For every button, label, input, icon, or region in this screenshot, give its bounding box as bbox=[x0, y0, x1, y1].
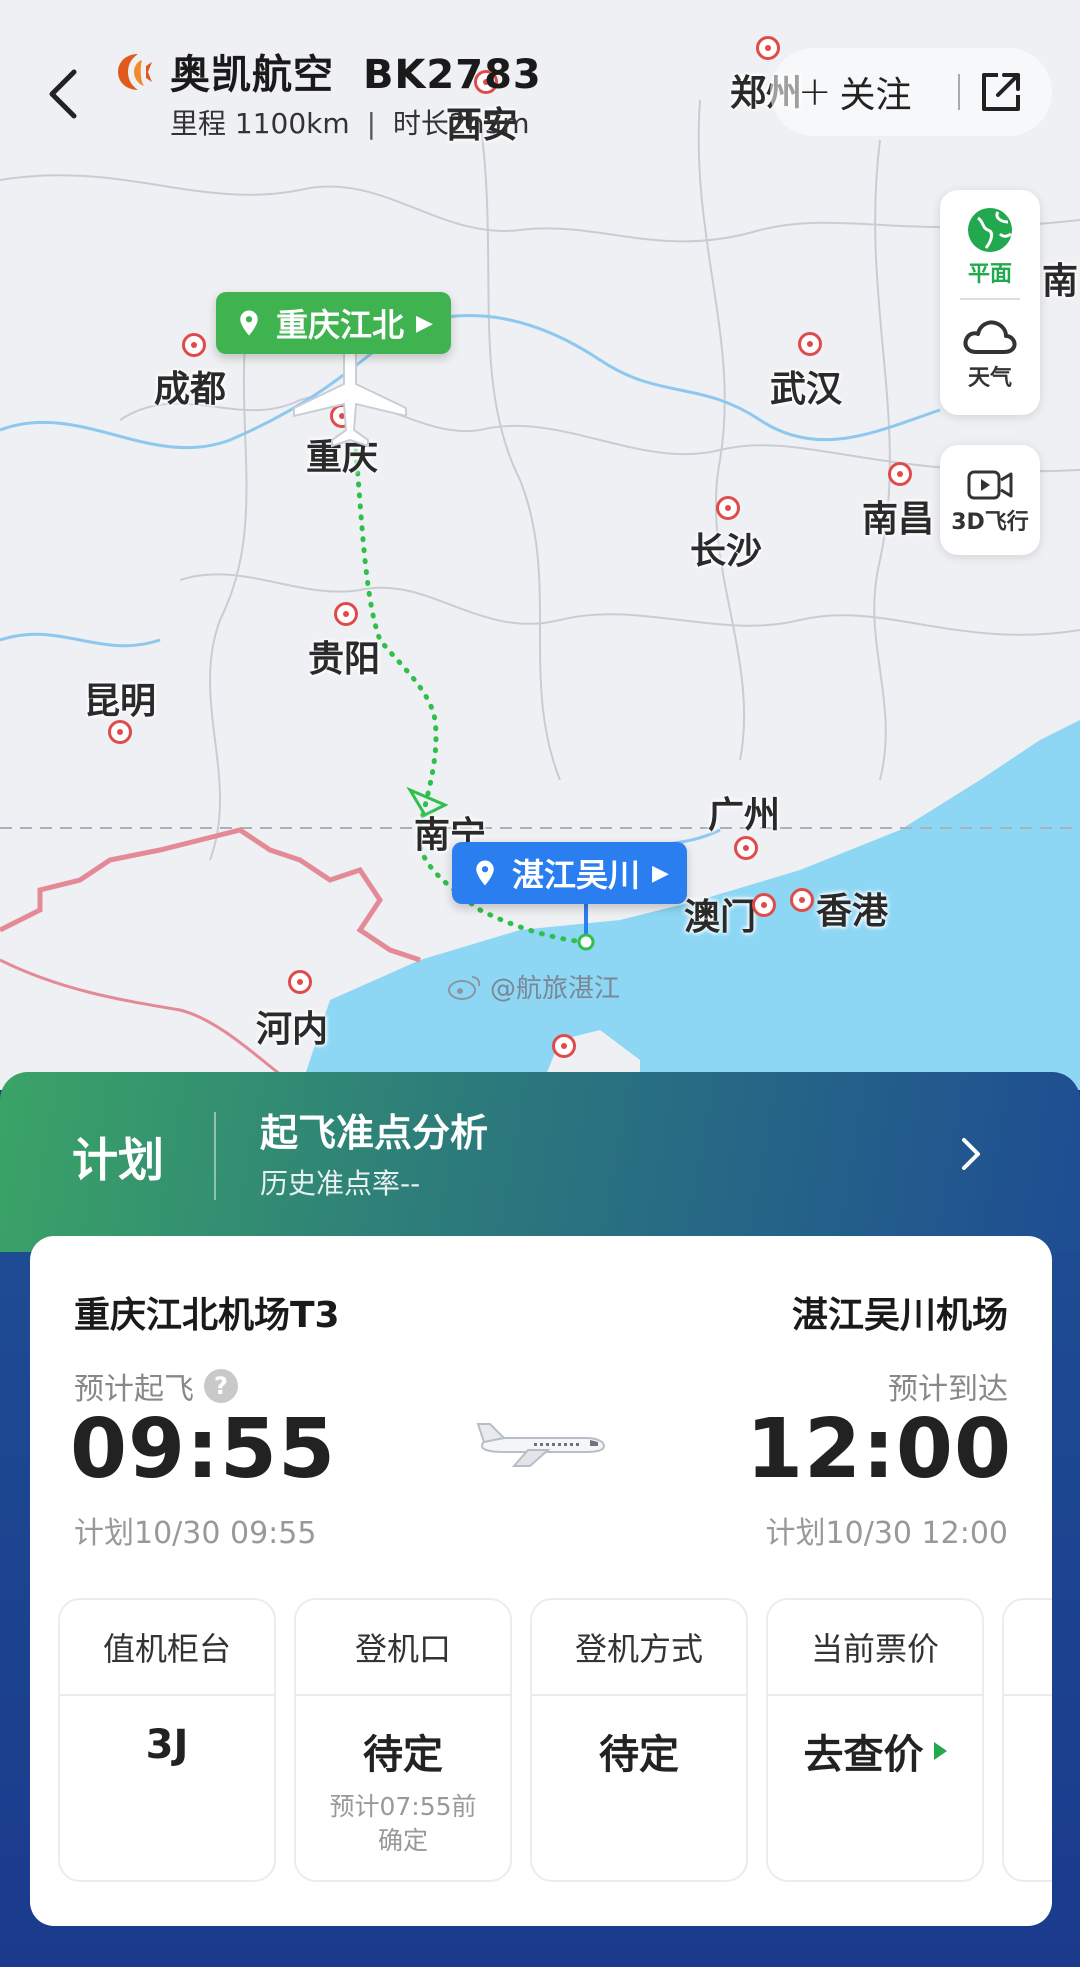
cloud-icon bbox=[963, 320, 1017, 354]
arrival-airport: 湛江吴川机场 bbox=[791, 1295, 1008, 1336]
city-label: 南昌 bbox=[862, 499, 935, 540]
city-label: 南 bbox=[1042, 261, 1079, 302]
city-label: 河内 bbox=[256, 1009, 329, 1050]
city-dot bbox=[752, 893, 776, 917]
help-icon[interactable]: ? bbox=[204, 1369, 238, 1403]
tile-header: 登机口 bbox=[296, 1600, 510, 1696]
plus-icon: + bbox=[798, 69, 832, 115]
boarding-method-tile[interactable]: 登机方式 待定 bbox=[530, 1598, 748, 1882]
info-tiles[interactable]: 值机柜台 3J 登机口 待定 预计07:55前 确定 登机方式 待定 当前票价 … bbox=[58, 1598, 1052, 1884]
back-button[interactable] bbox=[40, 64, 90, 124]
3d-flight-button[interactable]: 3D飞行 bbox=[940, 445, 1040, 555]
city-label: 昆明 bbox=[84, 681, 157, 722]
city-dot bbox=[790, 888, 814, 912]
layer-plane-button[interactable]: 平面 bbox=[964, 204, 1016, 288]
location-pin-icon bbox=[240, 310, 258, 336]
departure-airport: 重庆江北机场T3 bbox=[74, 1295, 340, 1336]
city-dot bbox=[288, 970, 312, 994]
city-dot bbox=[552, 1034, 576, 1058]
city-label: 香港 bbox=[816, 891, 889, 932]
watermark-text: @航旅湛江 bbox=[490, 974, 621, 1004]
flight-map[interactable]: 郑州 西安 成都 重庆 武汉 南昌 长沙 贵阳 昆明 南宁 广州 澳门 香港 河… bbox=[0, 0, 1080, 1090]
tile-value: 去查价 bbox=[803, 1732, 924, 1778]
airline-name: 奥凯航空 bbox=[170, 52, 334, 98]
tile-note: 预计07:55前 确定 bbox=[296, 1790, 510, 1858]
origin-airport-tag[interactable]: 重庆江北 ▶ bbox=[216, 292, 451, 354]
follow-label: 关注 bbox=[839, 75, 912, 116]
header-actions: + 关注 bbox=[770, 48, 1052, 136]
tile-header bbox=[1004, 1600, 1052, 1696]
triangle-right-icon bbox=[933, 1742, 947, 1760]
city-label: 成都 bbox=[154, 369, 227, 410]
city-dot bbox=[756, 36, 780, 60]
duration-label: 时长2h5m bbox=[392, 107, 530, 140]
punctuality-bar[interactable]: 计划 起飞准点分析 历史准点率-- bbox=[0, 1072, 1080, 1252]
tile-note-line: 确定 bbox=[377, 1826, 428, 1855]
airplane-icon bbox=[293, 342, 407, 448]
distance-label: 里程 1100km bbox=[170, 107, 350, 140]
video-play-icon bbox=[967, 470, 1013, 500]
layer-plane-label: 平面 bbox=[967, 262, 1012, 287]
city-label: 广州 bbox=[708, 795, 781, 836]
city-dot bbox=[798, 332, 822, 356]
3d-flight-label: 3D飞行 bbox=[951, 510, 1029, 535]
next-tile-partial[interactable] bbox=[1002, 1598, 1052, 1882]
layer-weather-button[interactable]: 天气 bbox=[960, 314, 1020, 392]
city-dot bbox=[182, 333, 206, 357]
arrival-time: 12:00 bbox=[745, 1402, 1012, 1497]
arrival-scheduled: 计划10/30 12:00 bbox=[765, 1516, 1008, 1551]
tile-value: 待定 bbox=[363, 1732, 443, 1778]
city-label: 贵阳 bbox=[308, 639, 381, 680]
city-dot bbox=[716, 496, 740, 520]
flight-meta: 里程 1100km | 时长2h5m bbox=[170, 107, 530, 140]
city-dot bbox=[108, 720, 132, 744]
departure-scheduled: 计划10/30 09:55 bbox=[74, 1516, 317, 1551]
chevron-right-icon: ▶ bbox=[416, 310, 433, 336]
city-label: 澳门 bbox=[684, 897, 757, 938]
city-label: 武汉 bbox=[770, 369, 843, 410]
city-label: 长沙 bbox=[690, 531, 763, 572]
chevron-right-icon bbox=[962, 1138, 980, 1170]
tile-header: 当前票价 bbox=[768, 1600, 982, 1696]
divider bbox=[958, 74, 960, 110]
location-pin-icon bbox=[476, 860, 494, 886]
dest-tag-label: 湛江吴川 bbox=[512, 856, 641, 894]
divider bbox=[960, 298, 1020, 300]
globe-icon bbox=[968, 208, 1012, 252]
origin-tag-label: 重庆江北 bbox=[276, 306, 405, 344]
plan-label: 计划 bbox=[72, 1133, 164, 1187]
city-dot bbox=[734, 836, 758, 860]
chevron-right-icon: ▶ bbox=[652, 860, 669, 886]
tile-value: 3J bbox=[145, 1722, 189, 1768]
watermark: @航旅湛江 bbox=[448, 968, 620, 1005]
flight-info-card: 重庆江北机场T3 湛江吴川机场 预计起飞 ? 预计到达 09:55 12:00 … bbox=[30, 1236, 1052, 1926]
flight-title: 奥凯航空 BK2783 bbox=[170, 42, 542, 100]
gate-tile[interactable]: 登机口 待定 预计07:55前 确定 bbox=[294, 1598, 512, 1882]
weibo-icon bbox=[448, 975, 481, 1000]
follow-button[interactable]: + 关注 bbox=[770, 66, 940, 118]
map-layer-panel: 平面 天气 bbox=[940, 190, 1040, 415]
punctuality-title: 起飞准点分析 bbox=[260, 1111, 489, 1155]
flight-number: BK2783 bbox=[362, 52, 542, 98]
airplane-icon bbox=[476, 1423, 606, 1467]
ticket-price-tile[interactable]: 当前票价 去查价 bbox=[766, 1598, 984, 1882]
map-base bbox=[0, 99, 1080, 1090]
share-button[interactable] bbox=[978, 69, 1024, 115]
tile-note-line: 预计07:55前 bbox=[329, 1792, 477, 1821]
punctuality-subtitle: 历史准点率-- bbox=[260, 1167, 421, 1200]
airline-logo-icon bbox=[118, 54, 152, 90]
divider bbox=[214, 1112, 216, 1200]
city-dot bbox=[334, 602, 358, 626]
checkin-counter-tile[interactable]: 值机柜台 3J bbox=[58, 1598, 276, 1882]
city-dot bbox=[888, 462, 912, 486]
tile-value: 待定 bbox=[599, 1732, 679, 1778]
destination-airport-tag[interactable]: 湛江吴川 ▶ bbox=[452, 842, 687, 904]
check-price-link[interactable]: 去查价 bbox=[768, 1722, 982, 1780]
tile-header: 登机方式 bbox=[532, 1600, 746, 1696]
layer-weather-label: 天气 bbox=[967, 366, 1012, 391]
departure-time: 09:55 bbox=[70, 1402, 337, 1497]
tile-header: 值机柜台 bbox=[60, 1600, 274, 1696]
